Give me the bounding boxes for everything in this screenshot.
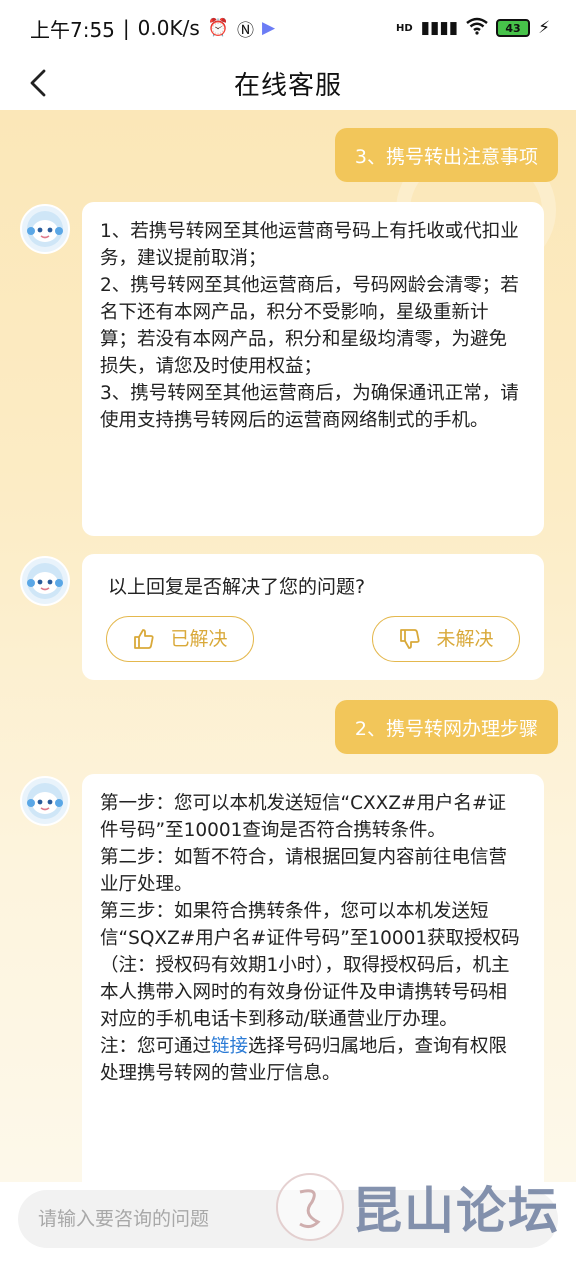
- bot-message-paragraph: 第一步：您可以本机发送短信“CXXZ#用户名#证件号码”至10001查询是否符合…: [100, 793, 507, 841]
- chat-area[interactable]: 3、携号转出注意事项 1、若携号转网至其他运营商号码上有托收或代扣业务，建议提前…: [0, 110, 576, 1182]
- status-net-speed: 0.0K/s: [137, 16, 200, 40]
- robot-avatar-icon: [27, 783, 63, 819]
- bot-message-note: 注：您可通过链接选择号码归属地后，查询有权限处理携号转网的营业厅信息。: [100, 1033, 522, 1087]
- home-indicator-area: [0, 1252, 576, 1280]
- page-title: 在线客服: [233, 70, 342, 101]
- resolved-button[interactable]: 已解决: [106, 616, 254, 662]
- bot-avatar: [20, 204, 70, 254]
- status-divider: |: [122, 16, 130, 40]
- bot-message-paragraph: 1、若携号转网至其他运营商号码上有托收或代扣业务，建议提前取消；: [100, 221, 519, 269]
- status-time: 上午7:55: [30, 17, 115, 42]
- back-button[interactable]: [20, 64, 56, 102]
- user-message-text: 3、携号转出注意事项: [354, 145, 538, 168]
- bot-message[interactable]: 1、若携号转网至其他运营商号码上有托收或代扣业务，建议提前取消； 2、携号转网至…: [82, 202, 544, 536]
- bot-avatar: [20, 776, 70, 826]
- user-message[interactable]: 2、携号转网办理步骤: [334, 700, 558, 754]
- bot-message-paragraph: 第二步：如暂不符合，请根据回复内容前往电信营业厅处理。: [100, 847, 508, 895]
- battery-icon: 43: [496, 19, 531, 37]
- chevron-left-icon: [30, 69, 46, 97]
- user-message[interactable]: 3、携号转出注意事项: [334, 128, 558, 182]
- wifi-icon: [466, 17, 488, 40]
- note-prefix: 注：您可通过: [100, 1036, 212, 1057]
- feedback-question: 以上回复是否解决了您的问题?: [108, 576, 366, 598]
- header: 在线客服: [0, 56, 576, 110]
- thumbs-down-icon: [400, 629, 421, 649]
- status-left: 上午7:55 | 0.0K/s ⏰ Ⓝ ▶: [30, 14, 275, 43]
- note-link[interactable]: 链接: [211, 1036, 248, 1057]
- unresolved-button[interactable]: 未解决: [372, 616, 520, 662]
- unresolved-label: 未解决: [436, 627, 494, 650]
- robot-avatar-icon: [27, 563, 63, 599]
- input-bar: [0, 1182, 576, 1252]
- charging-icon: ⚡: [538, 18, 550, 38]
- robot-avatar-icon: [27, 211, 63, 247]
- play-icon: ▶: [261, 18, 276, 38]
- status-bar: 上午7:55 | 0.0K/s ⏰ Ⓝ ▶ HD ▮▮▮▮ 43 ⚡: [0, 0, 576, 56]
- bot-message[interactable]: 第一步：您可以本机发送短信“CXXZ#用户名#证件号码”至10001查询是否符合…: [82, 774, 544, 1182]
- resolved-label: 已解决: [170, 627, 228, 650]
- bot-message-paragraph: 第三步：如果符合携转条件，您可以本机发送短信“SQXZ#用户名#证件号码”至10…: [100, 901, 520, 1030]
- feedback-card: 以上回复是否解决了您的问题? 已解决 未解决: [82, 554, 544, 680]
- bot-message-paragraph: 3、携号转网至其他运营商后，为确保通讯正常，请使用支持携号转网后的运营商网络制式…: [100, 383, 519, 431]
- signal-icon: ▮▮▮▮: [420, 18, 459, 38]
- nfc-icon: Ⓝ: [236, 20, 254, 41]
- question-input[interactable]: [18, 1190, 558, 1248]
- hd-label: HD: [395, 22, 413, 34]
- bot-message-paragraph: 2、携号转网至其他运营商后，号码网龄会清零；若名下还有本网产品，积分不受影响，星…: [100, 275, 519, 377]
- status-right: HD ▮▮▮▮ 43 ⚡: [396, 17, 550, 40]
- alarm-icon: ⏰: [207, 18, 229, 38]
- user-message-text: 2、携号转网办理步骤: [354, 717, 538, 740]
- bot-avatar: [20, 556, 70, 606]
- thumbs-up-icon: [134, 629, 155, 649]
